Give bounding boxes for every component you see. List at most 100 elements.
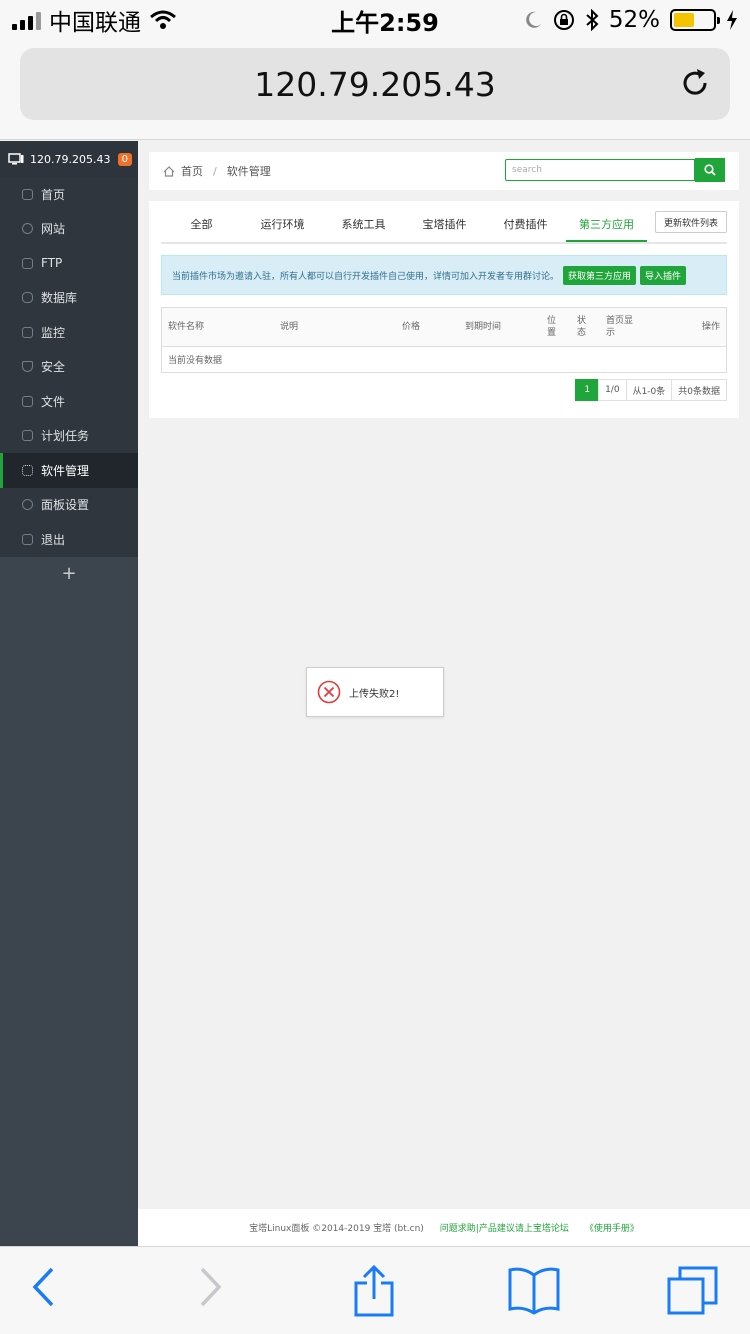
monitor-chart-icon (22, 326, 33, 338)
tab-system-tools[interactable]: 系统工具 (323, 210, 404, 242)
carrier-label: 中国联通 (49, 10, 141, 36)
sidebar-item-database[interactable]: 数据库 (0, 281, 138, 316)
tab-paid-plugins[interactable]: 付费插件 (485, 210, 566, 242)
page-current[interactable]: 1 (575, 379, 600, 401)
sidebar-item-files[interactable]: 文件 (0, 384, 138, 419)
browser-toolbar (0, 1246, 750, 1334)
reload-icon[interactable] (678, 66, 712, 100)
software-table: 软件名称 说明 价格 到期时间 位置 状态 首页显示 操作 当前没有数据 (161, 307, 727, 373)
sidebar-item-ftp[interactable]: FTP (0, 246, 138, 281)
status-time: 上午2:59 (331, 8, 439, 37)
browser-chrome: 120.79.205.43 (0, 40, 750, 140)
col-price: 价格 (402, 322, 421, 332)
col-expiry: 到期时间 (465, 322, 502, 332)
main-content: 首页 / 软件管理 search 全部 运行环境 系统工具 宝塔插件 付费插件 … (138, 141, 750, 1246)
url-bar[interactable]: 120.79.205.43 (20, 48, 730, 120)
footer: 宝塔Linux面板 ©2014-2019 宝塔 (bt.cn) 问题求助|产品建… (138, 1209, 750, 1246)
share-icon[interactable] (352, 1265, 396, 1319)
charging-icon (727, 10, 737, 30)
sidebar-item-home[interactable]: 首页 (0, 177, 138, 212)
calendar-icon (22, 430, 33, 442)
sidebar-server[interactable]: 120.79.205.43 0 (0, 141, 138, 177)
col-actions: 操作 (701, 322, 720, 332)
bookmarks-icon[interactable] (507, 1265, 561, 1315)
sidebar-item-cron[interactable]: 计划任务 (0, 419, 138, 454)
software-tabs: 全部 运行环境 系统工具 宝塔插件 付费插件 第三方应用 (161, 210, 727, 244)
sidebar-item-website[interactable]: 网站 (0, 212, 138, 247)
sidebar-item-software[interactable]: 软件管理 (0, 453, 138, 488)
get-third-party-button[interactable]: 获取第三方应用 (563, 265, 637, 285)
wifi-icon (150, 10, 176, 29)
ios-status-bar: 中国联通 上午2:59 52% (0, 0, 750, 40)
sidebar-item-label: 监控 (41, 325, 66, 340)
search-input[interactable]: search (505, 159, 695, 181)
sidebar-item-label: 面板设置 (41, 498, 90, 513)
breadcrumb-home[interactable]: 首页 (181, 163, 203, 179)
search-button[interactable] (695, 158, 725, 182)
moon-icon (526, 11, 541, 28)
tab-bt-plugins[interactable]: 宝塔插件 (404, 210, 485, 242)
page-count: 1/0 (598, 379, 627, 401)
sidebar-item-label: 安全 (41, 360, 66, 375)
update-list-button[interactable]: 更新软件列表 (655, 211, 727, 233)
software-panel: 全部 运行环境 系统工具 宝塔插件 付费插件 第三方应用 更新软件列表 当前插件… (149, 201, 739, 418)
globe-icon (22, 223, 33, 235)
forward-icon[interactable] (198, 1265, 224, 1309)
col-homepage: 首页显示 (606, 316, 634, 338)
sidebar-item-label: 首页 (41, 187, 66, 202)
home-icon (163, 165, 175, 177)
col-name: 软件名称 (168, 322, 205, 332)
pagination: 1 1/0 从1-0条 共0条数据 (575, 379, 727, 401)
sidebar-item-label: 网站 (41, 222, 66, 237)
table-empty-row: 当前没有数据 (168, 356, 223, 366)
server-ip: 120.79.205.43 (30, 152, 111, 166)
gear-icon (22, 499, 33, 511)
sidebar-item-monitor[interactable]: 监控 (0, 315, 138, 350)
monitor-icon (8, 153, 24, 165)
battery-percent: 52% (608, 7, 660, 33)
grid-icon (22, 464, 33, 476)
sidebar-item-security[interactable]: 安全 (0, 350, 138, 385)
col-status: 状态 (577, 316, 587, 338)
col-description: 说明 (280, 322, 299, 332)
back-icon[interactable] (30, 1265, 56, 1309)
tabs-icon[interactable] (666, 1265, 720, 1317)
sidebar-item-label: 退出 (41, 532, 66, 547)
table-header: 软件名称 说明 价格 到期时间 位置 状态 首页显示 操作 (162, 308, 726, 347)
sidebar-item-label: 数据库 (41, 291, 78, 306)
ftp-icon (22, 257, 33, 269)
breadcrumb-separator: / (213, 164, 217, 178)
sidebar-item-label: 软件管理 (41, 463, 90, 478)
url-text[interactable]: 120.79.205.43 (254, 65, 495, 104)
breadcrumb-current: 软件管理 (226, 165, 271, 178)
sidebar-item-settings[interactable]: 面板设置 (0, 488, 138, 523)
footer-manual-link[interactable]: 《使用手册》 (585, 1221, 639, 1234)
sidebar-item-label: FTP (41, 256, 63, 271)
logout-icon (22, 533, 33, 545)
error-toast: 上传失败2! (306, 667, 444, 717)
search-icon (704, 164, 716, 176)
shield-icon (22, 361, 33, 373)
signal-icon (12, 10, 41, 30)
sidebar-item-label: 文件 (41, 394, 66, 409)
error-icon (317, 680, 341, 704)
alert-text: 当前插件市场为邀请入驻，所有人都可以自行开发插件自己使用，详情可加入开发者专用群… (172, 271, 560, 282)
import-plugin-button[interactable]: 导入插件 (640, 265, 687, 285)
sidebar-item-logout[interactable]: 退出 (0, 522, 138, 557)
status-left: 中国联通 (12, 3, 272, 37)
add-shortcut-button[interactable]: + (0, 557, 138, 591)
notification-badge[interactable]: 0 (117, 152, 132, 166)
battery-icon (670, 9, 720, 31)
bluetooth-icon (586, 9, 599, 31)
database-icon (22, 292, 33, 304)
footer-forum-link[interactable]: 问题求助|产品建议请上宝塔论坛 (440, 1221, 569, 1234)
status-right: 52% (498, 7, 738, 33)
rotation-lock-icon (553, 10, 574, 30)
tab-runtime[interactable]: 运行环境 (242, 210, 323, 242)
folder-icon (22, 395, 33, 407)
home-icon (22, 188, 33, 200)
tab-third-party[interactable]: 第三方应用 (566, 210, 647, 242)
search-placeholder: search (512, 165, 542, 175)
tab-all[interactable]: 全部 (161, 210, 242, 242)
sidebar-item-label: 计划任务 (41, 429, 90, 444)
